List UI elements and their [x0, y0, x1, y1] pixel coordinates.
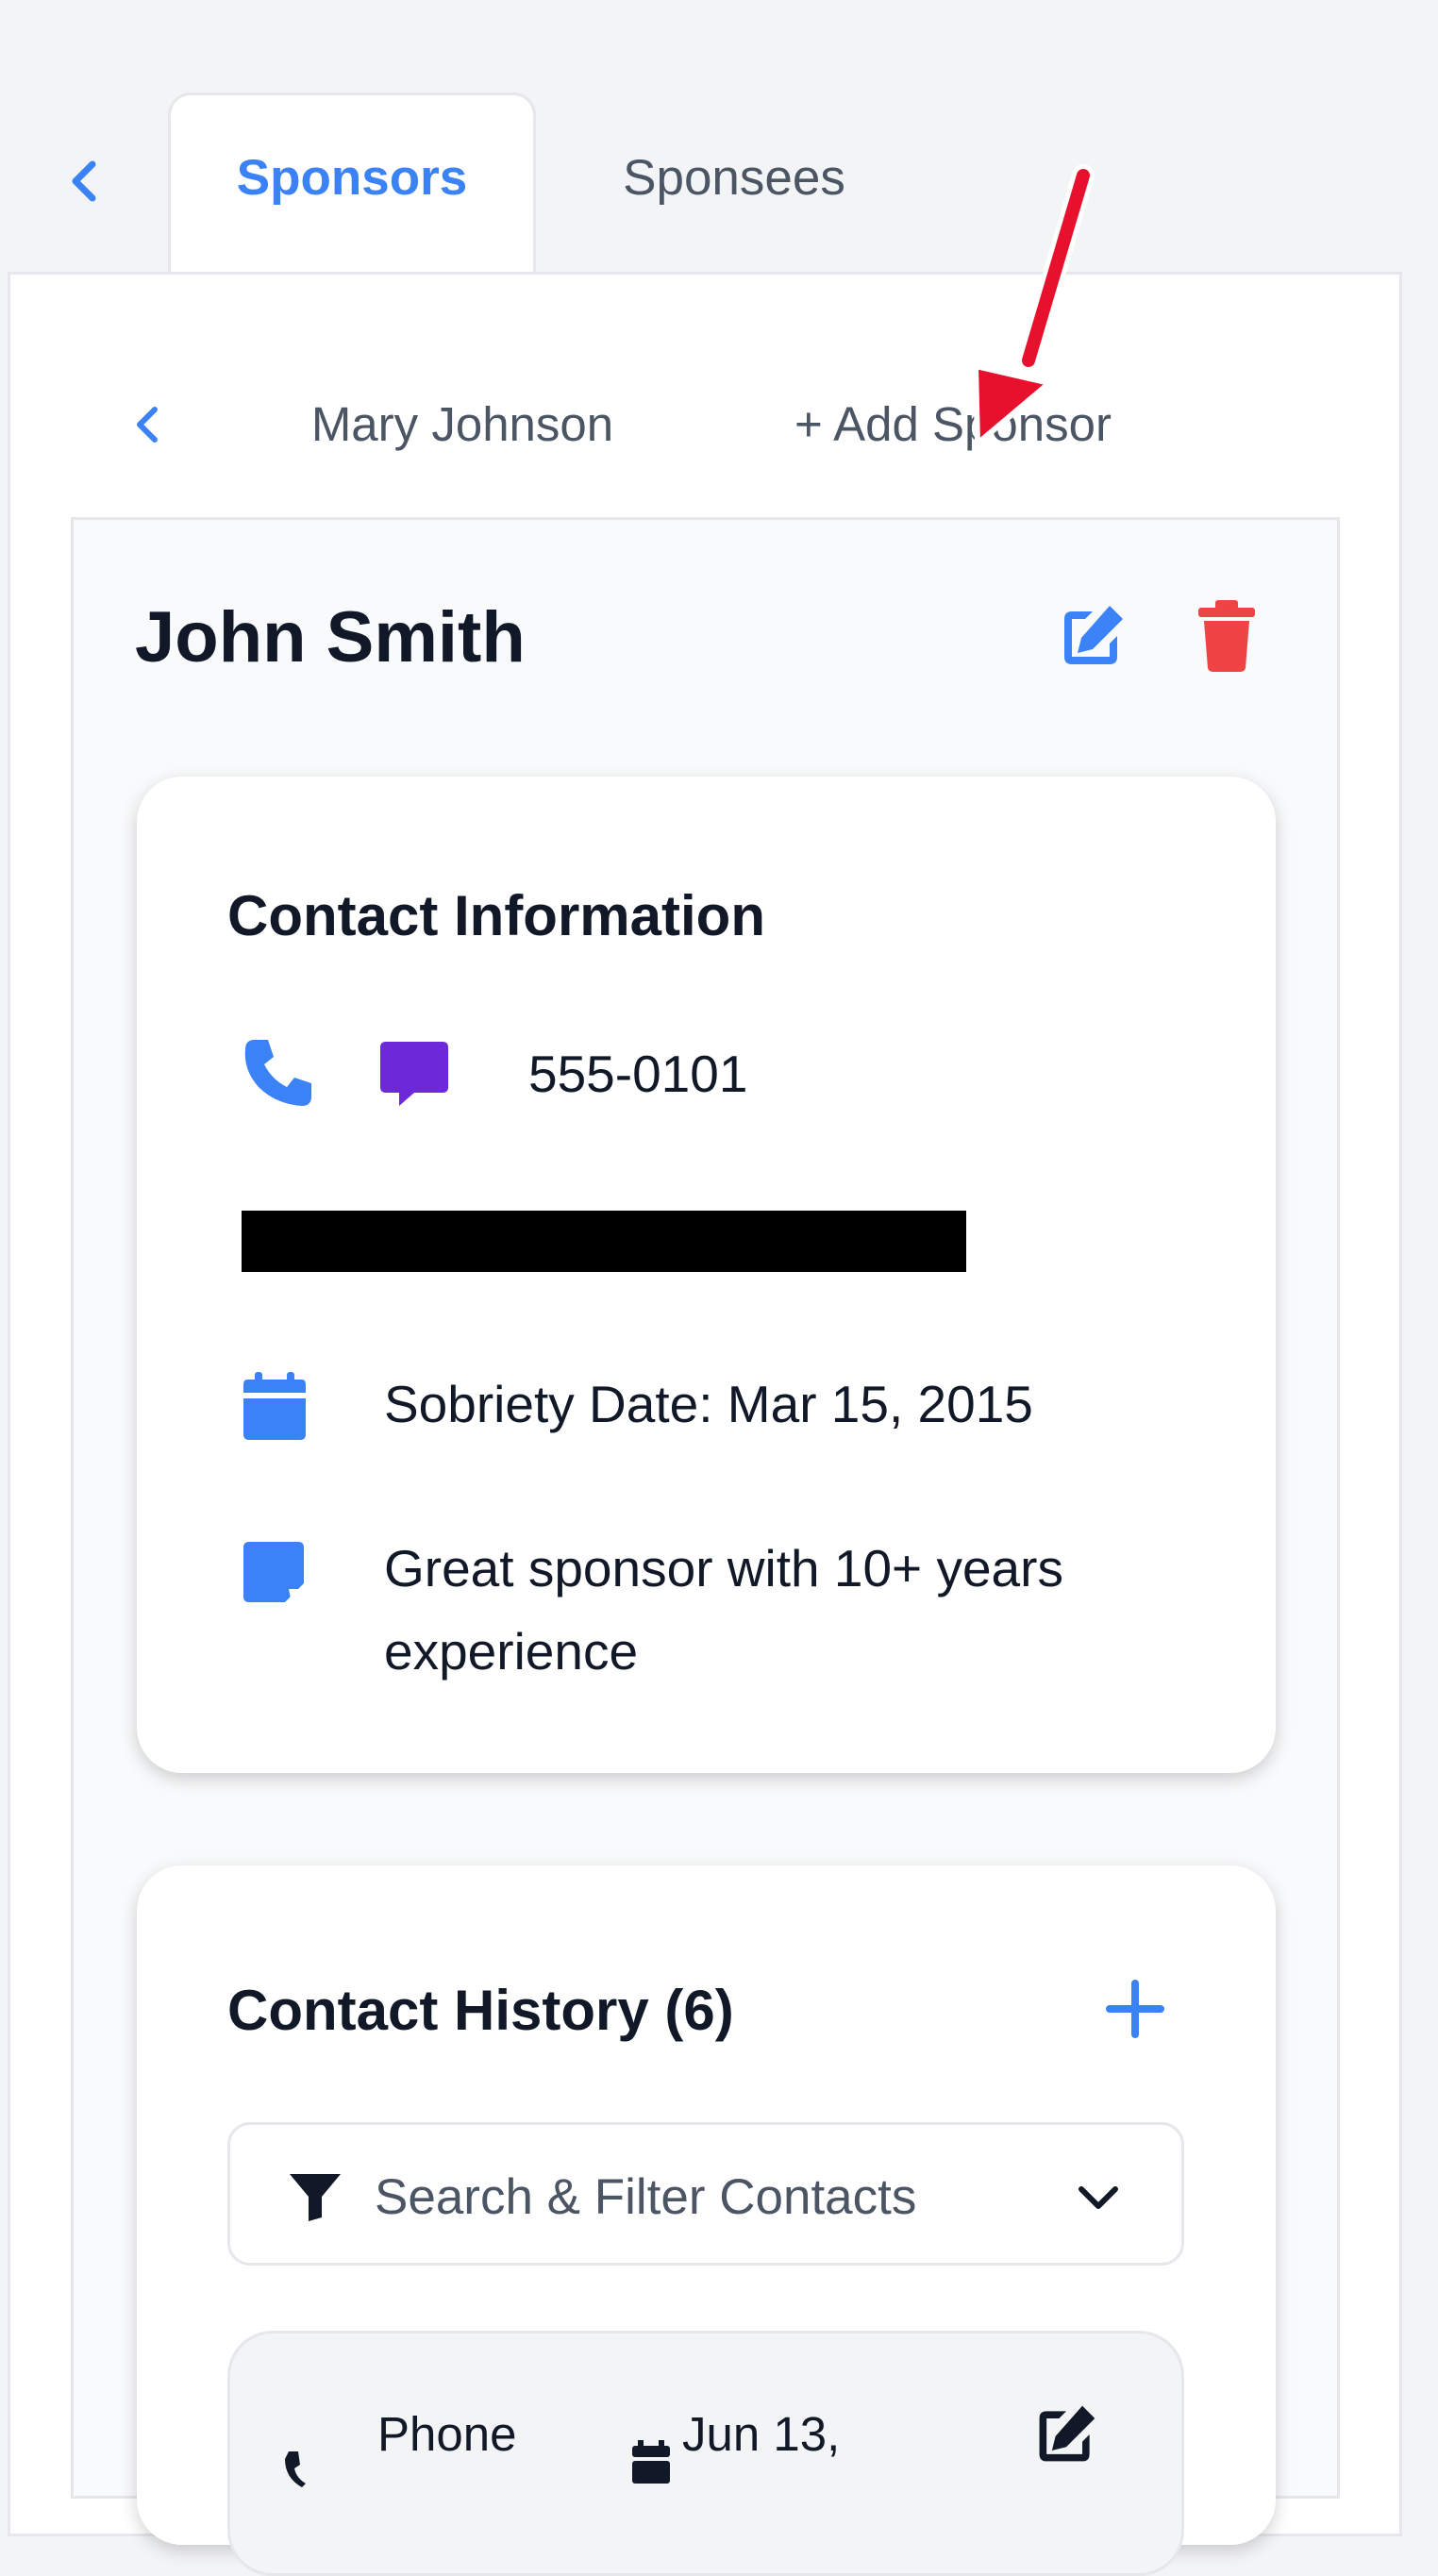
calendar-icon — [630, 2438, 672, 2484]
contact-information-title: Contact Information — [227, 884, 765, 947]
add-sponsor-button[interactable]: + Add Sponsor — [755, 396, 1151, 452]
note-icon — [242, 1540, 306, 1604]
sponsor-back-chevron-icon[interactable] — [132, 404, 162, 445]
history-type: Phone — [377, 2407, 517, 2461]
chevron-down-icon[interactable] — [1076, 2182, 1121, 2212]
edit-icon[interactable] — [1032, 2400, 1100, 2468]
sponsor-tab-mary-johnson[interactable]: Mary Johnson — [264, 396, 660, 452]
phone-number: 555-0101 — [528, 1045, 748, 1103]
sobriety-date: Sobriety Date: Mar 15, 2015 — [384, 1375, 1033, 1433]
search-filter-label: Search & Filter Contacts — [375, 2169, 917, 2225]
contact-history-title: Contact History (6) — [227, 1979, 734, 2042]
filter-icon — [288, 2170, 343, 2223]
history-date: Jun 13, — [682, 2407, 841, 2461]
edit-icon[interactable] — [1057, 600, 1129, 672]
sponsor-name: John Smith — [135, 597, 526, 677]
trash-icon[interactable] — [1196, 598, 1257, 674]
redacted-field — [242, 1211, 966, 1272]
tabs-back-chevron-icon[interactable] — [66, 159, 100, 204]
calendar-icon — [242, 1370, 308, 1442]
tab-sponsors-label[interactable]: Sponsors — [168, 149, 536, 207]
plus-icon[interactable] — [1106, 1980, 1164, 2038]
phone-icon — [283, 2450, 311, 2487]
tab-sponsees[interactable]: Sponsees — [566, 149, 902, 207]
message-icon[interactable] — [378, 1038, 450, 1110]
sponsor-notes: Great sponsor with 10+ years experience — [384, 1539, 1063, 1681]
phone-icon[interactable] — [242, 1036, 315, 1110]
